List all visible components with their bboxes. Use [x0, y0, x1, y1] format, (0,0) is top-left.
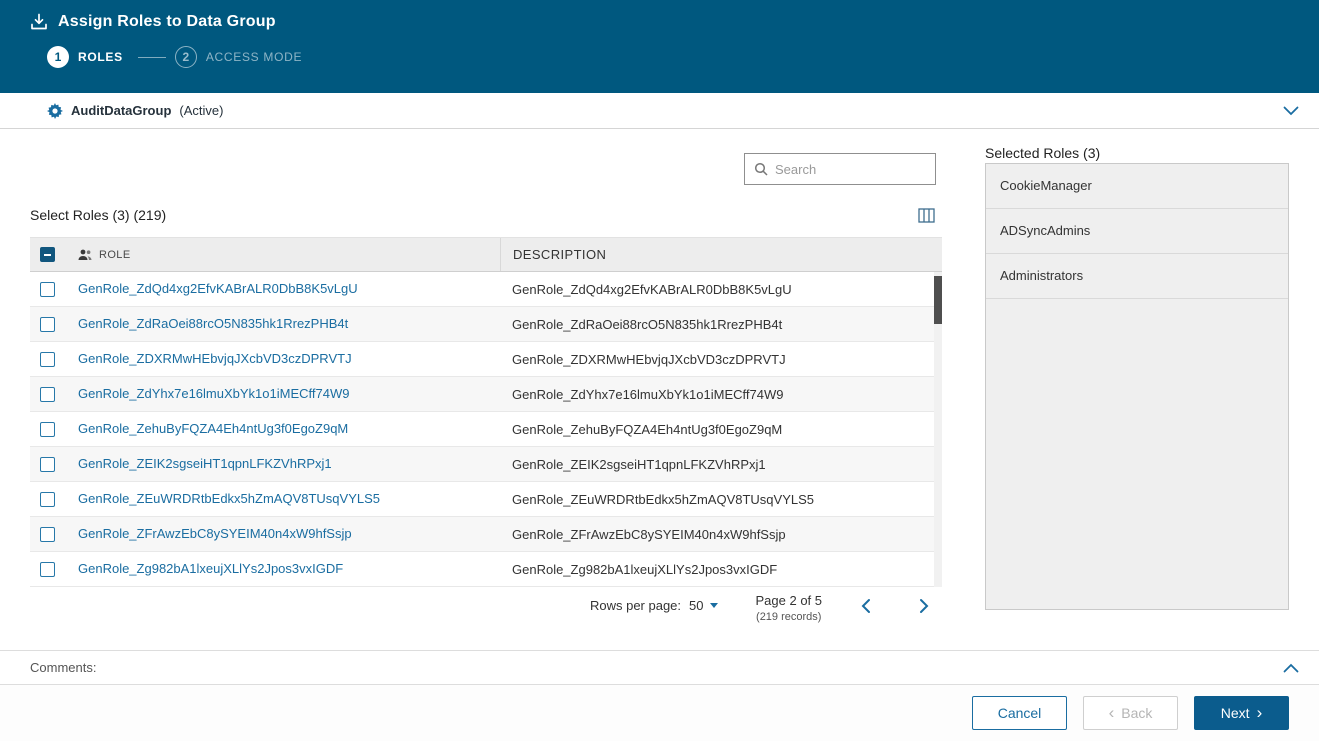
role-link[interactable]: GenRole_ZehuByFQZA4Eh4ntUg3f0EgoZ9qM: [78, 421, 348, 436]
rows-per-page-label: Rows per page:: [590, 598, 681, 613]
selected-role-item[interactable]: ADSyncAdmins: [986, 209, 1288, 254]
rows-per-page-select[interactable]: 50: [689, 598, 717, 613]
scrollbar-thumb[interactable]: [934, 276, 942, 324]
role-link[interactable]: GenRole_ZFrAwzEbC8ySYEIM40n4xW9hfSsjp: [78, 526, 352, 541]
select-all-checkbox[interactable]: [40, 247, 55, 262]
selected-role-item[interactable]: CookieManager: [986, 164, 1288, 209]
main-content: Select Roles (3) (219): [0, 129, 1319, 650]
row-checkbox[interactable]: [40, 352, 55, 367]
cancel-button-label: Cancel: [998, 705, 1042, 721]
roles-table: ROLE DESCRIPTION GenRole_ZdQd4xg2EfvKABr…: [30, 237, 942, 587]
pagination-bar: Rows per page: 50 Page 2 of 5 (219 recor…: [30, 591, 942, 623]
next-button[interactable]: Next ›: [1194, 696, 1289, 730]
search-input[interactable]: [775, 162, 926, 177]
step-access-mode-label: ACCESS MODE: [206, 50, 302, 64]
row-checkbox[interactable]: [40, 527, 55, 542]
role-person-icon: [78, 249, 92, 261]
step-roles-number: 1: [47, 46, 69, 68]
records-count: (219 records): [756, 611, 823, 623]
selected-roles-title: Selected Roles (3): [985, 145, 1100, 161]
role-description: GenRole_ZDXRMwHEbvjqJXcbVD3czDPRVTJ: [500, 352, 942, 367]
role-link[interactable]: GenRole_ZDXRMwHEbvjqJXcbVD3czDPRVTJ: [78, 351, 352, 366]
comments-section[interactable]: Comments:: [0, 650, 1319, 684]
role-link[interactable]: GenRole_ZEIK2sgseiHT1qpnLFKZVhRPxj1: [78, 456, 332, 471]
back-button-label: Back: [1121, 705, 1152, 721]
role-description: GenRole_ZEIK2sgseiHT1qpnLFKZVhRPxj1: [500, 457, 942, 472]
caret-down-icon: [710, 603, 718, 608]
role-description: GenRole_ZFrAwzEbC8ySYEIM40n4xW9hfSsjp: [500, 527, 942, 542]
table-row: GenRole_ZdYhx7e16lmuXbYk1o1iMECff74W9 Gen…: [30, 377, 942, 412]
role-description: GenRole_Zg982bA1lxeujXLlYs2Jpos3vxIGDF: [500, 562, 942, 577]
role-description: GenRole_ZdYhx7e16lmuXbYk1o1iMECff74W9: [500, 387, 942, 402]
search-box: [744, 153, 936, 185]
data-group-status: (Active): [179, 103, 223, 118]
role-description: GenRole_ZehuByFQZA4Eh4ntUg3f0EgoZ9qM: [500, 422, 942, 437]
step-roles-label: ROLES: [78, 50, 123, 64]
table-row: GenRole_Zg982bA1lxeujXLlYs2Jpos3vxIGDF Ge…: [30, 552, 942, 587]
chevron-up-icon[interactable]: [1283, 663, 1299, 673]
role-description: GenRole_ZdRaOei88rcO5N835hk1RrezPHB4t: [500, 317, 942, 332]
previous-page-icon[interactable]: [860, 598, 872, 614]
search-icon: [754, 162, 768, 176]
row-checkbox[interactable]: [40, 457, 55, 472]
comments-label: Comments:: [30, 660, 96, 675]
next-button-label: Next: [1221, 705, 1250, 721]
step-access-mode-number: 2: [175, 46, 197, 68]
page-info: Page 2 of 5 (219 records): [756, 593, 823, 623]
row-checkbox[interactable]: [40, 492, 55, 507]
role-link[interactable]: GenRole_ZdRaOei88rcO5N835hk1RrezPHB4t: [78, 316, 348, 331]
back-button[interactable]: ‹ Back: [1083, 696, 1178, 730]
roles-table-header: ROLE DESCRIPTION: [30, 237, 942, 272]
table-row: GenRole_ZDXRMwHEbvjqJXcbVD3czDPRVTJ GenRo…: [30, 342, 942, 377]
role-description: GenRole_ZdQd4xg2EfvKABrALR0DbB8K5vLgU: [500, 282, 942, 297]
chevron-right-icon: ›: [1257, 704, 1263, 721]
role-description: GenRole_ZEuWRDRtbEdkx5hZmAQV8TUsqVYLS5: [500, 492, 942, 507]
next-page-icon[interactable]: [918, 598, 930, 614]
row-checkbox[interactable]: [40, 422, 55, 437]
role-link[interactable]: GenRole_ZdYhx7e16lmuXbYk1o1iMECff74W9: [78, 386, 349, 401]
table-row: GenRole_ZEuWRDRtbEdkx5hZmAQV8TUsqVYLS5 Ge…: [30, 482, 942, 517]
dialog-title: Assign Roles to Data Group: [58, 13, 276, 31]
role-link[interactable]: GenRole_ZEuWRDRtbEdkx5hZmAQV8TUsqVYLS5: [78, 491, 380, 506]
page-indicator: Page 2 of 5: [756, 593, 823, 608]
role-link[interactable]: GenRole_ZdQd4xg2EfvKABrALR0DbB8K5vLgU: [78, 281, 358, 296]
data-group-name: AuditDataGroup: [71, 103, 171, 118]
table-row: GenRole_ZFrAwzEbC8ySYEIM40n4xW9hfSsjp Gen…: [30, 517, 942, 552]
gear-icon: [47, 103, 63, 119]
data-group-bar: AuditDataGroup (Active): [0, 93, 1319, 129]
row-checkbox[interactable]: [40, 282, 55, 297]
roles-table-body: GenRole_ZdQd4xg2EfvKABrALR0DbB8K5vLgU Gen…: [30, 272, 942, 587]
role-column-header: ROLE: [99, 249, 131, 261]
step-access-mode[interactable]: 2 ACCESS MODE: [175, 46, 302, 68]
assign-roles-icon: [30, 13, 48, 31]
chevron-left-icon: ‹: [1109, 704, 1115, 721]
table-row: GenRole_ZdRaOei88rcO5N835hk1RrezPHB4t Gen…: [30, 307, 942, 342]
step-roles[interactable]: 1 ROLES: [47, 46, 123, 68]
step-connector-line: [138, 57, 166, 58]
wizard-stepper: 1 ROLES 2 ACCESS MODE: [0, 31, 1319, 68]
table-row: GenRole_ZehuByFQZA4Eh4ntUg3f0EgoZ9qM GenR…: [30, 412, 942, 447]
role-link[interactable]: GenRole_Zg982bA1lxeujXLlYs2Jpos3vxIGDF: [78, 561, 343, 576]
table-row: GenRole_ZdQd4xg2EfvKABrALR0DbB8K5vLgU Gen…: [30, 272, 942, 307]
cancel-button[interactable]: Cancel: [972, 696, 1067, 730]
row-checkbox[interactable]: [40, 562, 55, 577]
dialog-header: Assign Roles to Data Group 1 ROLES 2 ACC…: [0, 0, 1319, 93]
select-roles-title: Select Roles (3) (219): [30, 207, 166, 223]
description-column-header: DESCRIPTION: [500, 238, 942, 271]
assign-roles-dialog: Assign Roles to Data Group 1 ROLES 2 ACC…: [0, 0, 1319, 741]
column-picker-icon[interactable]: [912, 202, 940, 228]
table-scrollbar[interactable]: [934, 272, 942, 587]
row-checkbox[interactable]: [40, 317, 55, 332]
table-row: GenRole_ZEIK2sgseiHT1qpnLFKZVhRPxj1 GenRo…: [30, 447, 942, 482]
row-checkbox[interactable]: [40, 387, 55, 402]
selected-role-item[interactable]: Administrators: [986, 254, 1288, 299]
chevron-down-icon[interactable]: [1283, 106, 1299, 116]
rows-per-page-value: 50: [689, 598, 703, 613]
dialog-footer: Cancel ‹ Back Next ›: [0, 684, 1319, 741]
selected-roles-list: CookieManagerADSyncAdminsAdministrators: [985, 163, 1289, 610]
